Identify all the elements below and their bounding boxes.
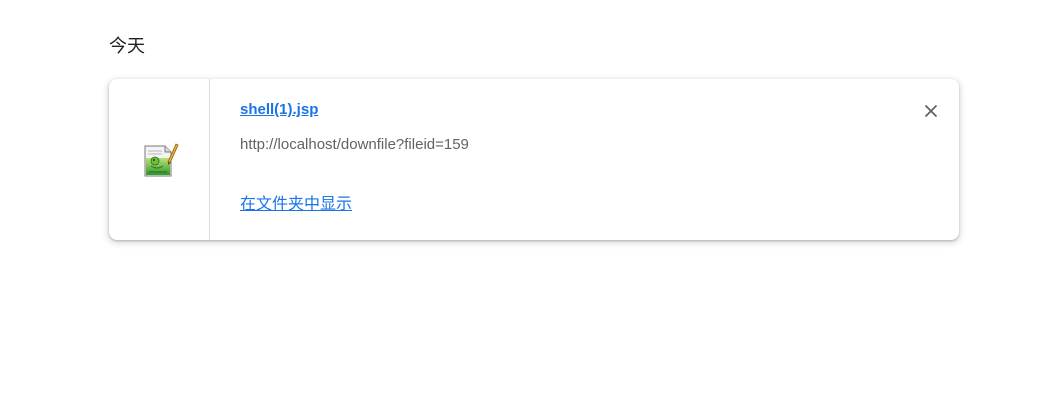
notepad-file-icon[interactable] bbox=[139, 140, 179, 180]
date-section-heading: 今天 bbox=[109, 36, 145, 57]
download-item-card: shell(1).jsp http://localhost/downfile?f… bbox=[109, 79, 959, 240]
download-details: shell(1).jsp http://localhost/downfile?f… bbox=[210, 79, 959, 240]
file-icon-column bbox=[109, 79, 210, 240]
close-icon bbox=[924, 104, 938, 118]
remove-download-button[interactable] bbox=[919, 99, 943, 123]
download-url: http://localhost/downfile?fileid=159 bbox=[240, 136, 469, 153]
show-in-folder-link[interactable]: 在文件夹中显示 bbox=[240, 190, 352, 214]
file-name-link[interactable]: shell(1).jsp bbox=[240, 101, 318, 118]
